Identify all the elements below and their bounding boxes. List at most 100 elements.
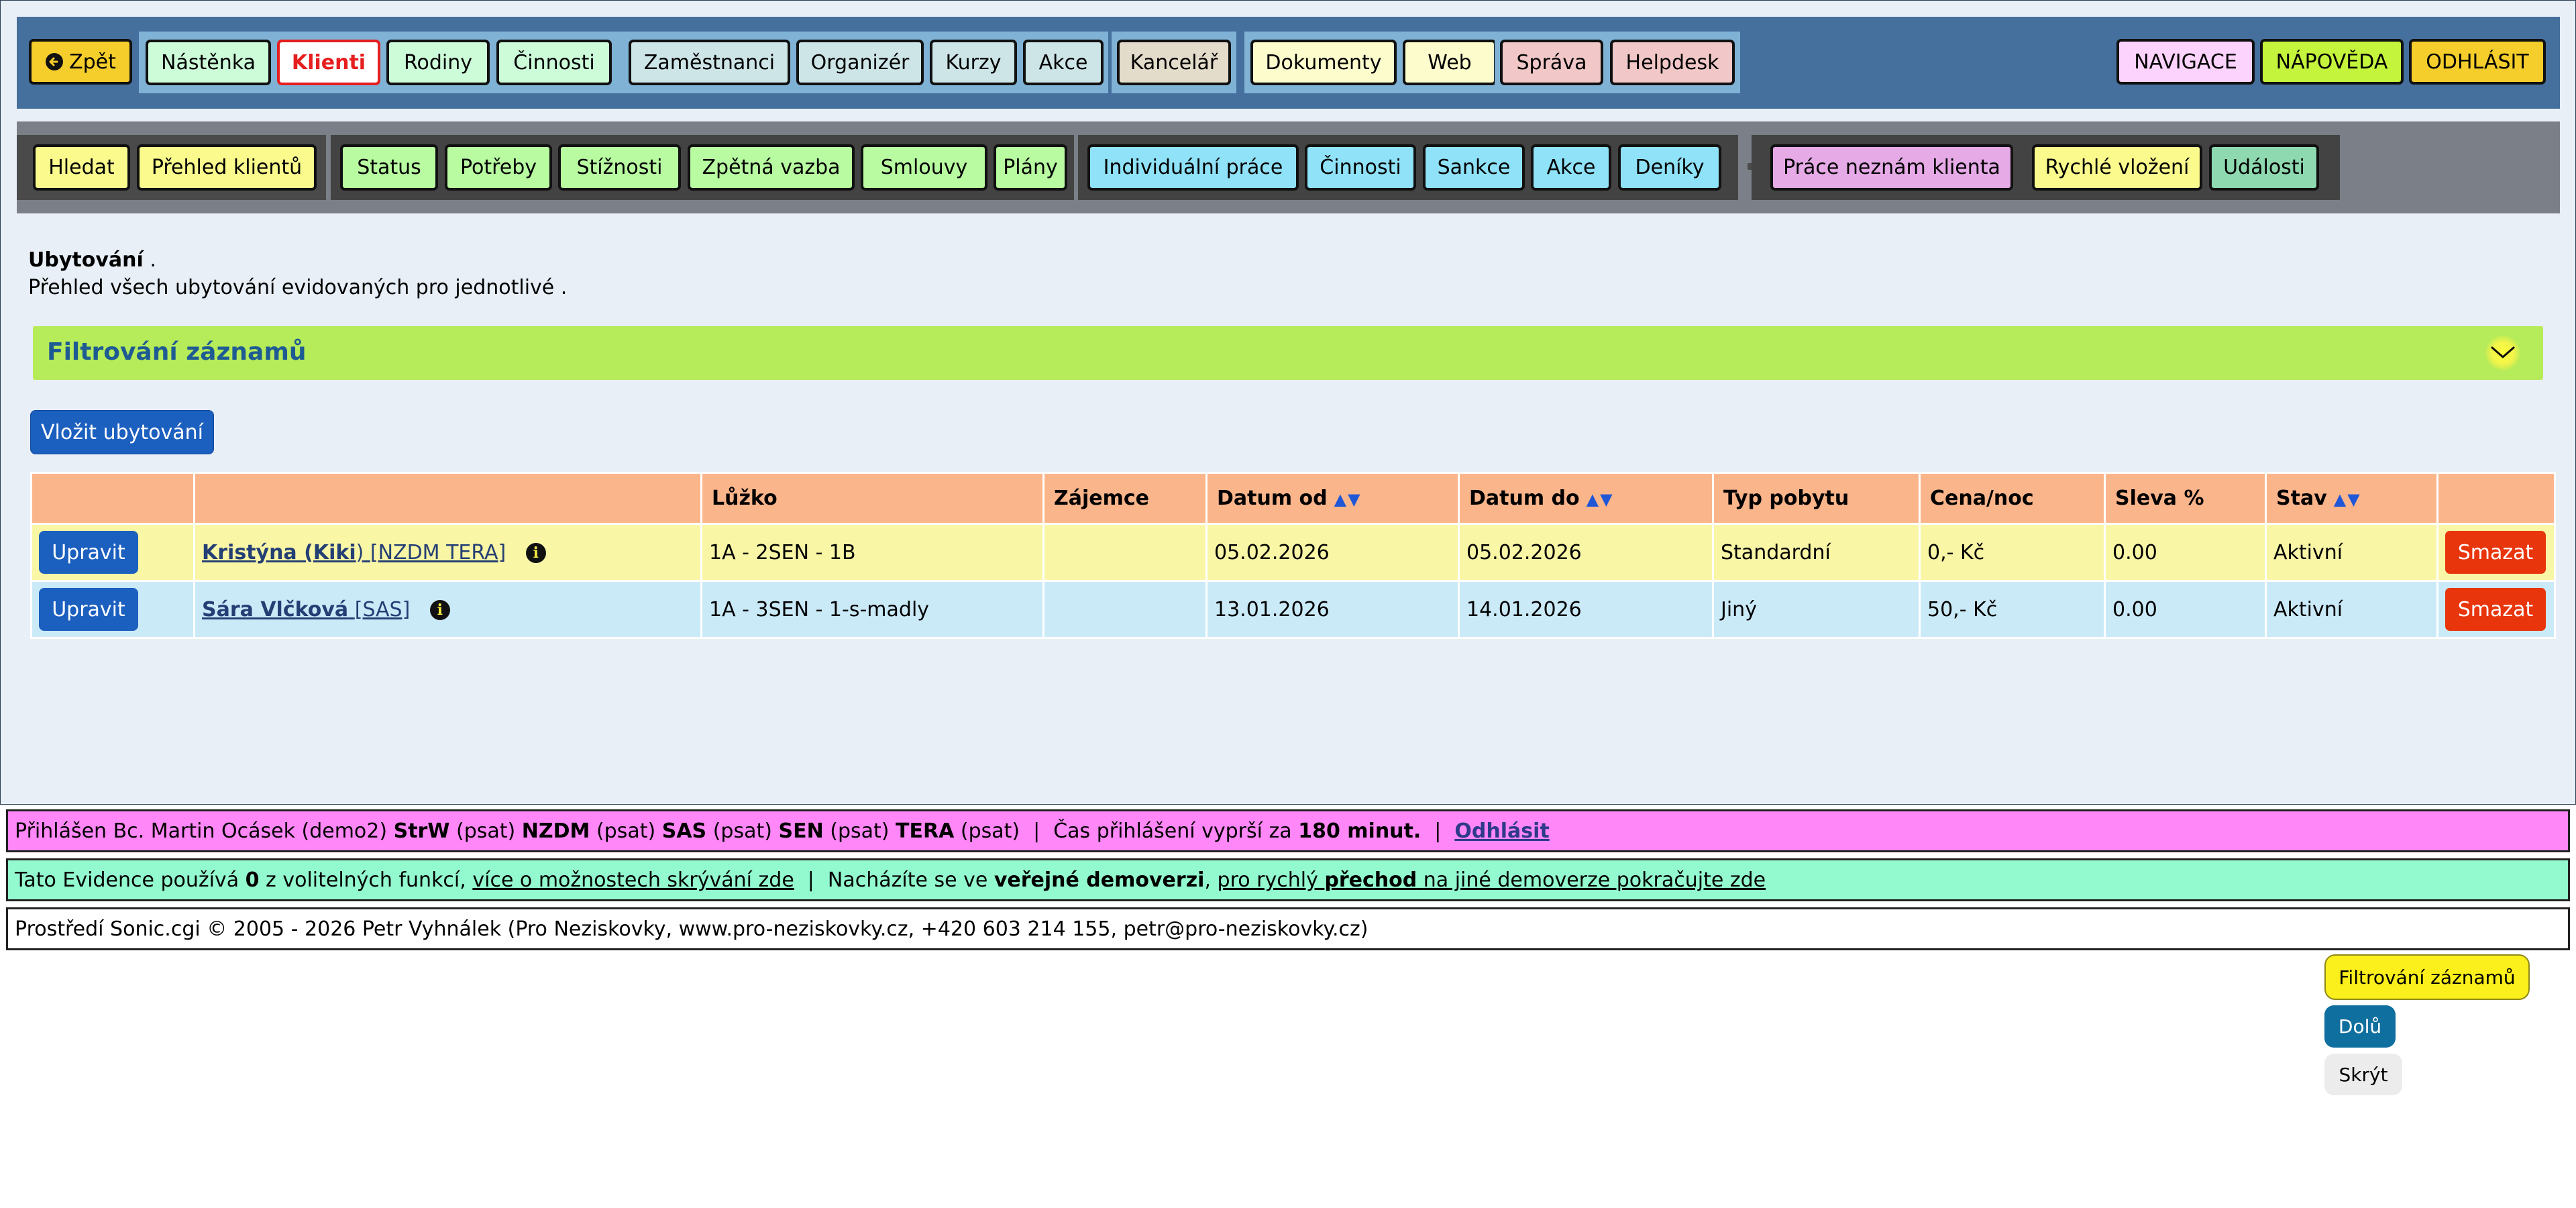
nav-nastenka[interactable]: Nástěnka <box>146 40 271 85</box>
info-icon[interactable]: i <box>429 600 450 620</box>
help-button[interactable]: NÁPOVĚDA <box>2260 39 2404 85</box>
nav-klienti[interactable]: Klienti <box>277 40 380 85</box>
role-perm: (psat) <box>830 819 890 843</box>
logout-link[interactable]: Odhlásit <box>1454 819 1549 843</box>
delete-button[interactable]: Smazat <box>2445 588 2546 631</box>
nav-akce[interactable]: Akce <box>1023 40 1104 85</box>
nav-rodiny[interactable]: Rodiny <box>386 40 490 85</box>
cell-discount: 0.00 <box>2106 582 2265 637</box>
cell-client: Kristýna (Kiki) [NZDM TERA] i <box>195 525 700 580</box>
role-code: StrW <box>393 819 450 843</box>
column-header-client <box>195 474 700 523</box>
info-icon[interactable]: i <box>525 543 546 563</box>
back-button[interactable]: Zpět <box>29 39 132 85</box>
cell-delete: Smazat <box>2438 525 2554 580</box>
cell-date-to: 05.02.2026 <box>1460 525 1712 580</box>
client-link[interactable]: Kristýna (Kiki) [NZDM TERA] <box>202 541 506 564</box>
website-link[interactable]: www.pro-neziskovky.cz <box>679 917 908 941</box>
client-link[interactable]: Sára Vlčková [SAS] <box>202 598 410 621</box>
scroll-down-button[interactable]: Dolů <box>2324 1005 2396 1048</box>
demo-switch-link[interactable]: pro rychlý přechod na jiné demoverze pok… <box>1218 868 1766 892</box>
cell-edit: Upravit <box>32 525 193 580</box>
edit-button[interactable]: Upravit <box>39 531 138 574</box>
column-header-delete <box>2438 474 2554 523</box>
column-header-actions <box>32 474 193 523</box>
features-text: Tato Evidence používá <box>15 868 239 892</box>
expire-text: Čas přihlášení vyprší za <box>1053 819 1292 843</box>
column-header-applicant: Zájemce <box>1044 474 1205 523</box>
hide-floating-button[interactable]: Skrýt <box>2324 1054 2402 1095</box>
nav-cinnosti[interactable]: Činnosti <box>496 40 612 85</box>
nav-zamestnanci[interactable]: Zaměstnanci <box>629 40 790 85</box>
nav-group-staff: Zaměstnanci Organizér Kurzy Akce <box>623 32 1108 93</box>
back-button-label: Zpět <box>69 50 116 74</box>
chevron-down-icon[interactable] <box>2485 336 2520 370</box>
nav-kancelar[interactable]: Kancelář <box>1117 40 1231 85</box>
table-header-row: Lůžko Zájemce Datum od ▲▼ Datum do ▲▼ Typ … <box>32 474 2554 523</box>
separator: | <box>807 868 814 892</box>
subnav-individualni-prace[interactable]: Individuální práce <box>1087 144 1299 191</box>
edit-button[interactable]: Upravit <box>39 588 138 631</box>
subnav-plany[interactable]: Plány <box>994 144 1067 191</box>
subnav-cinnosti[interactable]: Činnosti <box>1305 144 1416 191</box>
navigation-button[interactable]: NAVIGACE <box>2116 39 2255 85</box>
column-header-status[interactable]: Stav ▲▼ <box>2267 474 2436 523</box>
subnav-deniky[interactable]: Deníky <box>1618 144 1721 191</box>
subnav-hledat[interactable]: Hledat <box>33 144 130 191</box>
nav-group-admin: Správa Helpdesk <box>1495 32 1740 93</box>
footer-text: © 2005 - 2026 Petr Vyhnálek (Pro Nezisko… <box>207 917 673 941</box>
sort-arrows-icon[interactable]: ▲▼ <box>2334 490 2361 509</box>
insert-accommodation-button[interactable]: Vložit ubytování <box>30 410 214 454</box>
nav-dokumenty[interactable]: Dokumenty <box>1250 40 1397 85</box>
cell-status: Aktivní <box>2267 525 2436 580</box>
column-header-date-to[interactable]: Datum do ▲▼ <box>1460 474 1712 523</box>
footer-text: , +420 603 214 155, <box>908 917 1118 941</box>
sonic-link[interactable]: Sonic.cgi <box>110 917 201 941</box>
role-code: SAS <box>661 819 707 843</box>
column-header-date-from[interactable]: Datum od ▲▼ <box>1208 474 1458 523</box>
subnav-smlouvy[interactable]: Smlouvy <box>861 144 987 191</box>
cell-edit: Upravit <box>32 582 193 637</box>
subnav-stiznosti[interactable]: Stížnosti <box>558 144 681 191</box>
email-link[interactable]: petr@pro-neziskovky.cz <box>1124 917 1360 941</box>
cell-applicant <box>1044 525 1205 580</box>
nav-group-office: Kancelář <box>1112 32 1236 93</box>
logout-button[interactable]: ODHLÁSIT <box>2409 39 2546 85</box>
footer-text: Prostředí <box>15 917 104 941</box>
role-perm: (psat) <box>712 819 772 843</box>
subnav-group-quick: Rychlé vložení Události <box>2018 135 2340 200</box>
nav-web[interactable]: Web <box>1403 40 1497 85</box>
footer-text: ) <box>1360 917 1368 941</box>
cell-price: 0,- Kč <box>1921 525 2104 580</box>
cell-bed: 1A - 3SEN - 1-s-madly <box>702 582 1042 637</box>
cell-status: Aktivní <box>2267 582 2436 637</box>
features-text: z volitelných funkcí, <box>266 868 466 892</box>
table-row: Upravit Kristýna (Kiki) [NZDM TERA] i 1A… <box>32 525 2554 580</box>
footer-bar: Prostředí Sonic.cgi © 2005 - 2026 Petr V… <box>6 907 2570 950</box>
subnav-prace-neznam-klienta[interactable]: Práce neznám klienta <box>1770 144 2013 191</box>
delete-button[interactable]: Smazat <box>2445 531 2546 574</box>
subnav-status[interactable]: Status <box>340 144 438 191</box>
subnav-prehled-klientu[interactable]: Přehled klientů <box>137 144 317 191</box>
subnav-sankce[interactable]: Sankce <box>1423 144 1525 191</box>
column-header-stay-type: Typ pobytu <box>1714 474 1919 523</box>
subnav-potreby[interactable]: Potřeby <box>445 144 552 191</box>
subnav-udalosti[interactable]: Události <box>2209 144 2319 191</box>
expire-value: 180 minut. <box>1298 819 1421 843</box>
sort-arrows-icon[interactable]: ▲▼ <box>1334 490 1362 509</box>
filter-panel-header[interactable]: Filtrování záznamů <box>33 326 2543 380</box>
accommodation-table: Lůžko Zájemce Datum od ▲▼ Datum do ▲▼ Typ … <box>30 472 2556 639</box>
subnav-rychle-vlozeni[interactable]: Rychlé vložení <box>2032 144 2202 191</box>
nav-sprava[interactable]: Správa <box>1500 40 1603 85</box>
sort-arrows-icon[interactable]: ▲▼ <box>1587 490 1614 509</box>
floating-filter-button[interactable]: Filtrování záznamů <box>2324 954 2530 1000</box>
nav-organizer[interactable]: Organizér <box>796 40 924 85</box>
nav-helpdesk[interactable]: Helpdesk <box>1610 40 1735 85</box>
hiding-options-link[interactable]: více o možnostech skrývání zde <box>472 868 794 892</box>
subnav-group-unknown: Práce neznám klienta <box>1752 135 2020 200</box>
role-code: SEN <box>778 819 824 843</box>
subnav-akce[interactable]: Akce <box>1531 144 1611 191</box>
subnav-zpetna-vazba[interactable]: Zpětná vazba <box>688 144 855 191</box>
nav-kurzy[interactable]: Kurzy <box>930 40 1017 85</box>
top-navigation: Zpět Nástěnka Klienti Rodiny Činnosti Za… <box>17 17 2560 109</box>
